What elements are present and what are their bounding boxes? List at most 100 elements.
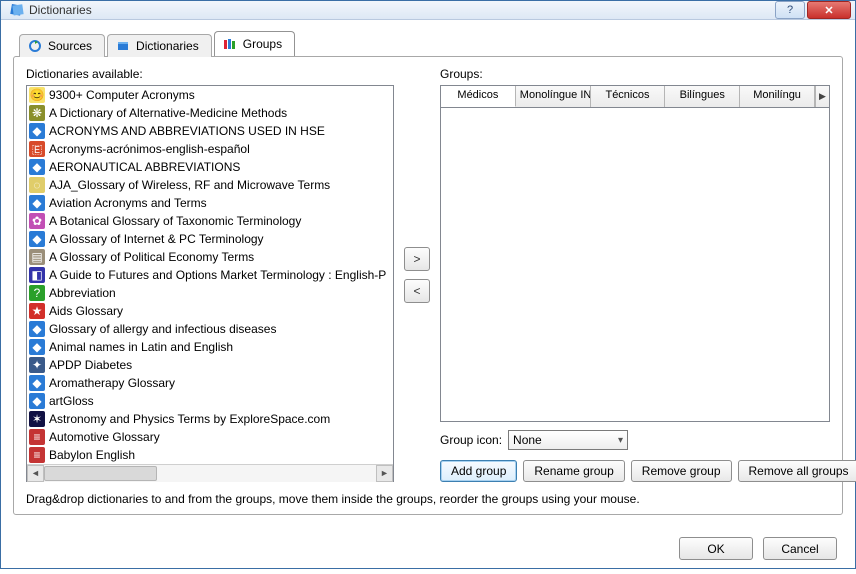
groups-panel: Dictionaries available: 😊 9300+ Computer … <box>13 56 843 515</box>
available-label: Dictionaries available: <box>26 67 394 81</box>
list-item[interactable]: ◆ Aromatherapy Glossary <box>27 374 393 392</box>
dictionary-icon: ◆ <box>29 231 45 247</box>
group-tab[interactable]: Monilíngu <box>740 86 815 107</box>
list-item[interactable]: ≡ Babylon English <box>27 446 393 464</box>
dictionary-label: Aviation Acronyms and Terms <box>49 196 207 210</box>
dictionary-label: 9300+ Computer Acronyms <box>49 88 195 102</box>
list-item[interactable]: ◆ artGloss <box>27 392 393 410</box>
dictionary-label: ACRONYMS AND ABBREVIATIONS USED IN HSE <box>49 124 325 138</box>
dictionary-label: Aids Glossary <box>49 304 123 318</box>
move-left-button[interactable]: < <box>404 279 430 303</box>
dictionary-label: Aromatherapy Glossary <box>49 376 175 390</box>
books-icon <box>223 37 237 51</box>
group-contents-listbox[interactable] <box>440 107 830 422</box>
list-item[interactable]: ◆ Aviation Acronyms and Terms <box>27 194 393 212</box>
dictionary-label: A Dictionary of Alternative-Medicine Met… <box>49 106 287 120</box>
hint-text: Drag&drop dictionaries to and from the g… <box>26 492 830 506</box>
tabbar: Sources Dictionaries Groups <box>19 30 843 56</box>
dictionary-icon: ◧ <box>29 267 45 283</box>
dictionary-label: Acronyms-acrónimos-english-español <box>49 142 250 156</box>
move-right-button[interactable]: > <box>404 247 430 271</box>
scroll-right-icon[interactable]: ► <box>376 465 393 482</box>
dictionary-icon: ◆ <box>29 321 45 337</box>
list-item[interactable]: ◆ AERONAUTICAL ABBREVIATIONS <box>27 158 393 176</box>
group-tab[interactable]: Médicos <box>441 86 516 107</box>
dictionary-icon: ◆ <box>29 339 45 355</box>
groups-label: Groups: <box>440 67 830 81</box>
list-item[interactable]: ★Aids Glossary <box>27 302 393 320</box>
list-item[interactable]: ◆Animal names in Latin and English <box>27 338 393 356</box>
tab-scroll-right-icon[interactable]: ▶ <box>815 86 829 107</box>
dictionary-icon: ◆ <box>29 123 45 139</box>
remove-group-button[interactable]: Remove group <box>631 460 732 482</box>
dictionary-icon: 😊 <box>29 87 45 103</box>
close-button[interactable]: ✕ <box>807 1 851 19</box>
dictionary-icon: ❋ <box>29 105 45 121</box>
group-tab[interactable]: Monolíngue IN <box>516 86 591 107</box>
list-item[interactable]: ◆ ACRONYMS AND ABBREVIATIONS USED IN HSE <box>27 122 393 140</box>
tab-label: Groups <box>243 37 282 51</box>
scroll-left-icon[interactable]: ◄ <box>27 465 44 482</box>
help-button[interactable]: ? <box>775 1 805 19</box>
group-icon-label: Group icon: <box>440 433 502 447</box>
dictionary-icon: ✿ <box>29 213 45 229</box>
dictionary-label: A Botanical Glossary of Taxonomic Termin… <box>49 214 301 228</box>
cancel-button[interactable]: Cancel <box>763 537 837 560</box>
list-item[interactable]: ✶ Astronomy and Physics Terms by ExploreS… <box>27 410 393 428</box>
dictionary-icon: ◆ <box>29 195 45 211</box>
tab-label: Sources <box>48 39 92 53</box>
list-item[interactable]: ≡Automotive Glossary <box>27 428 393 446</box>
dictionary-label: A Glossary of Internet & PC Terminology <box>49 232 264 246</box>
dictionary-label: Astronomy and Physics Terms by ExploreSp… <box>49 412 330 426</box>
horizontal-scrollbar[interactable]: ◄ ► <box>27 464 393 481</box>
list-item[interactable]: ▤ A Glossary of Political Economy Terms <box>27 248 393 266</box>
list-item[interactable]: ◆Glossary of allergy and infectious dise… <box>27 320 393 338</box>
titlebar: Dictionaries ? ✕ <box>1 1 855 20</box>
dictionary-label: AJA_Glossary of Wireless, RF and Microwa… <box>49 178 330 192</box>
book-icon <box>116 39 130 53</box>
dictionary-icon: ✦ <box>29 357 45 373</box>
group-tabs: Médicos Monolíngue IN Técnicos Bilíngues… <box>440 85 830 107</box>
dictionary-icon: ≡ <box>29 447 45 463</box>
dictionary-icon: ≡ <box>29 429 45 445</box>
dictionary-icon: ◆ <box>29 393 45 409</box>
list-item[interactable]: ◌ AJA_Glossary of Wireless, RF and Microw… <box>27 176 393 194</box>
dictionary-icon: ◌ <box>29 177 45 193</box>
list-item[interactable]: ✿ A Botanical Glossary of Taxonomic Termi… <box>27 212 393 230</box>
tab-dictionaries[interactable]: Dictionaries <box>107 34 212 57</box>
dictionary-label: APDP Diabetes <box>49 358 132 372</box>
list-item[interactable]: ? Abbreviation <box>27 284 393 302</box>
group-icon-select[interactable]: None <box>508 430 628 450</box>
group-tab[interactable]: Bilíngues <box>665 86 740 107</box>
list-item[interactable]: ✦ APDP Diabetes <box>27 356 393 374</box>
dictionary-label: Babylon English <box>49 448 135 462</box>
dictionary-icon: ◆ <box>29 375 45 391</box>
dictionary-label: artGloss <box>49 394 94 408</box>
rename-group-button[interactable]: Rename group <box>523 460 624 482</box>
list-item[interactable]: ◆ A Glossary of Internet & PC Terminology <box>27 230 393 248</box>
window-title: Dictionaries <box>29 3 775 17</box>
list-item[interactable]: ❋ A Dictionary of Alternative-Medicine Me… <box>27 104 393 122</box>
add-group-button[interactable]: Add group <box>440 460 517 482</box>
dictionary-label: AERONAUTICAL ABBREVIATIONS <box>49 160 240 174</box>
tab-sources[interactable]: Sources <box>19 34 105 57</box>
remove-all-groups-button[interactable]: Remove all groups <box>738 460 856 482</box>
list-item[interactable]: 🇪Acronyms-acrónimos-english-español <box>27 140 393 158</box>
dictionary-label: A Guide to Futures and Options Market Te… <box>49 268 386 282</box>
refresh-icon <box>28 39 42 53</box>
dictionary-label: A Glossary of Political Economy Terms <box>49 250 254 264</box>
dictionary-label: Abbreviation <box>49 286 116 300</box>
dictionary-icon: ✶ <box>29 411 45 427</box>
dialog-buttons: OK Cancel <box>1 523 855 574</box>
dictionaries-dialog: Dictionaries ? ✕ Sources Dictionaries Gr… <box>0 0 856 569</box>
app-icon <box>9 2 25 18</box>
dictionary-icon: ◆ <box>29 159 45 175</box>
list-item[interactable]: 😊 9300+ Computer Acronyms <box>27 86 393 104</box>
dictionary-icon: ? <box>29 285 45 301</box>
dictionary-icon: ▤ <box>29 249 45 265</box>
available-listbox[interactable]: 😊 9300+ Computer Acronyms ❋ A Dictionary of… <box>26 85 394 482</box>
group-tab[interactable]: Técnicos <box>591 86 666 107</box>
ok-button[interactable]: OK <box>679 537 753 560</box>
tab-groups[interactable]: Groups <box>214 31 295 56</box>
list-item[interactable]: ◧ A Guide to Futures and Options Market T… <box>27 266 393 284</box>
